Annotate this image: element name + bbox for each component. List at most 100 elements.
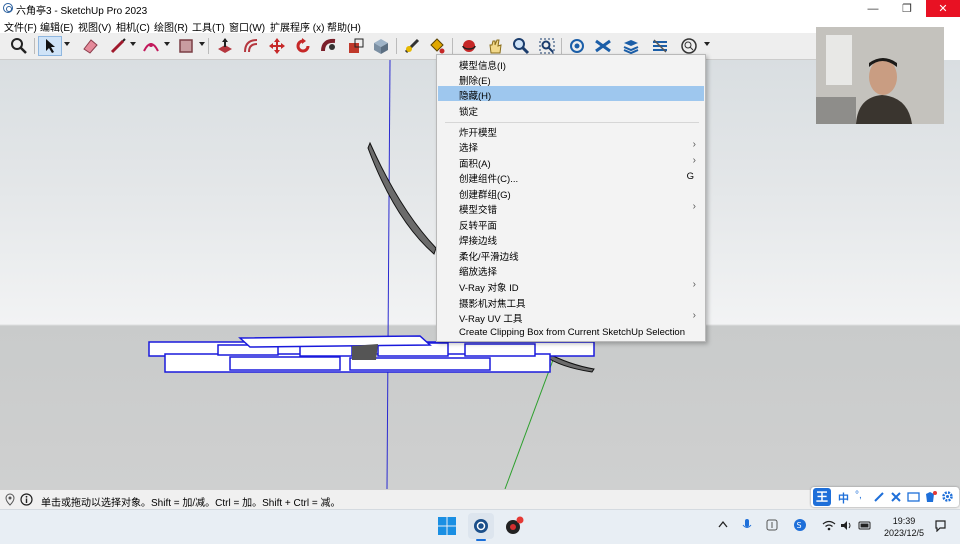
tray-app-icon[interactable] xyxy=(766,519,778,534)
rotate-icon[interactable] xyxy=(293,36,313,56)
close-button[interactable]: ✕ xyxy=(926,0,960,17)
menu-hide[interactable]: 隐藏(H) xyxy=(438,86,704,102)
submenu-arrow-icon: › xyxy=(692,310,696,321)
volume-icon[interactable] xyxy=(840,520,853,534)
menu-draw[interactable]: 绘图(R) xyxy=(154,19,188,34)
menu-reverse-faces[interactable]: 反转平面 xyxy=(438,216,704,232)
menu-weld-edges[interactable]: 焊接边线 xyxy=(438,231,704,247)
paint-bucket-icon[interactable] xyxy=(427,36,447,56)
shape-dropdown-arrow[interactable] xyxy=(199,42,205,46)
menu-edit[interactable]: 编辑(E) xyxy=(40,19,73,34)
menu-select[interactable]: 选择 › xyxy=(438,138,704,154)
system-clock[interactable]: 19:39 2023/12/5 xyxy=(880,515,928,539)
windows-start-icon[interactable] xyxy=(434,513,460,539)
menu-camera[interactable]: 相机(C) xyxy=(116,19,150,34)
submenu-arrow-icon: › xyxy=(692,201,696,212)
wifi-icon[interactable] xyxy=(822,520,836,534)
roof-rafter xyxy=(367,141,437,255)
taskbar-sketchup-icon[interactable] xyxy=(468,513,494,541)
menu-zoom-selection[interactable]: 缩放选择 xyxy=(438,262,704,278)
section-plane-icon[interactable] xyxy=(567,36,587,56)
svg-text:S: S xyxy=(797,521,802,530)
zoom-extents-icon[interactable] xyxy=(9,36,29,56)
ime-settings-icon[interactable] xyxy=(941,490,954,503)
menu-explode-model[interactable]: 炸开模型 xyxy=(438,123,704,139)
arc-dropdown-arrow[interactable] xyxy=(164,42,170,46)
scale-icon[interactable] xyxy=(346,36,366,56)
select-dropdown-arrow[interactable] xyxy=(64,42,70,46)
submenu-arrow-icon: › xyxy=(692,279,696,290)
ime-pen-icon[interactable] xyxy=(873,491,885,503)
clock-time: 19:39 xyxy=(892,516,916,526)
select-arrow-icon[interactable] xyxy=(38,36,62,56)
menu-make-component[interactable]: 创建组件(C)... G xyxy=(438,169,704,185)
move-icon[interactable] xyxy=(267,36,287,56)
blue-axis xyxy=(386,60,391,489)
menu-window[interactable]: 窗口(W) xyxy=(229,19,265,34)
tray-sogou-icon[interactable]: S xyxy=(793,518,807,535)
webcam-overlay xyxy=(816,27,944,124)
tray-overflow-chevron-icon[interactable] xyxy=(718,520,728,531)
status-hint-text: 单击或拖动以选择对象。Shift = 加/减。Ctrl = 加。Shift + … xyxy=(41,498,341,509)
line-dropdown-arrow[interactable] xyxy=(130,42,136,46)
search-icon[interactable] xyxy=(679,36,699,56)
shadows-icon[interactable] xyxy=(650,36,670,56)
menu-intersect-faces[interactable]: 模型交错 › xyxy=(438,200,704,216)
notification-center-icon[interactable] xyxy=(934,519,947,535)
presenter-video xyxy=(816,27,944,124)
menu-bar: 文件(F) 编辑(E) 视图(V) 相机(C) 绘图(R) 工具(T) 窗口(W… xyxy=(0,17,816,34)
menu-make-group[interactable]: 创建群组(G) xyxy=(438,185,704,201)
ime-punct-toggle[interactable]: °, xyxy=(855,490,862,501)
zoom-icon[interactable] xyxy=(511,36,531,56)
eraser-icon[interactable] xyxy=(80,36,100,56)
windows-taskbar: S 19:39 2023/12/5 xyxy=(0,509,960,544)
pencil-line-icon[interactable] xyxy=(108,36,128,56)
menu-view[interactable]: 视图(V) xyxy=(78,19,111,34)
menu-vray-object-id[interactable]: V-Ray 对象 ID › xyxy=(438,278,704,294)
window-title: 六角亭3 - SketchUp Pro 2023 xyxy=(16,6,148,17)
ime-logo-icon[interactable]: 王 xyxy=(813,488,831,506)
microphone-icon[interactable] xyxy=(742,518,752,535)
battery-icon[interactable] xyxy=(858,520,872,534)
search-dropdown-arrow[interactable] xyxy=(704,42,710,46)
menu-soften-edges[interactable]: 柔化/平滑边线 xyxy=(438,247,704,263)
menu-vray-uv-tools[interactable]: V-Ray UV 工具 › xyxy=(438,309,704,325)
minimize-button[interactable]: — xyxy=(856,0,890,17)
orbit-icon[interactable] xyxy=(459,36,479,56)
rectangle-icon[interactable] xyxy=(176,36,196,56)
menu-tools[interactable]: 工具(T) xyxy=(192,19,225,34)
shadow-face xyxy=(352,344,378,360)
ime-tools-icon[interactable] xyxy=(890,491,902,503)
maximize-button[interactable]: ❐ xyxy=(890,0,924,17)
tape-measure-icon[interactable] xyxy=(402,36,422,56)
menu-create-clipping-box[interactable]: Create Clipping Box from Current SketchU… xyxy=(438,325,704,340)
push-pull-icon[interactable] xyxy=(215,36,235,56)
menu-lock[interactable]: 锁定 xyxy=(438,102,704,118)
submenu-arrow-icon: › xyxy=(692,155,696,166)
menu-delete[interactable]: 删除(E) xyxy=(438,71,704,87)
menu-file[interactable]: 文件(F) xyxy=(4,19,37,34)
taskbar-recorder-icon[interactable] xyxy=(501,513,527,539)
menu-model-info[interactable]: 模型信息(I) xyxy=(438,56,704,72)
location-pin-icon[interactable] xyxy=(4,493,16,506)
menu-camera-focus-tool[interactable]: 摄影机对焦工具 xyxy=(438,294,704,310)
zoom-window-icon[interactable] xyxy=(537,36,557,56)
context-menu: 模型信息(I) 删除(E) 隐藏(H) 锁定 炸开模型 选择 › 面积(A) ›… xyxy=(436,54,706,342)
menu-extensions[interactable]: 扩展程序 (x) xyxy=(270,19,324,34)
styles-icon[interactable] xyxy=(593,36,613,56)
offset-icon[interactable] xyxy=(241,36,261,56)
layers-icon[interactable] xyxy=(621,36,641,56)
ime-keyboard-icon[interactable] xyxy=(907,491,920,503)
menu-area[interactable]: 面积(A) › xyxy=(438,154,704,170)
ime-skin-icon[interactable] xyxy=(924,490,937,503)
sketchup-app-icon xyxy=(3,3,13,13)
pan-hand-icon[interactable] xyxy=(485,36,505,56)
info-icon[interactable] xyxy=(20,493,33,506)
submenu-arrow-icon: › xyxy=(692,139,696,150)
menu-help[interactable]: 帮助(H) xyxy=(327,19,361,34)
component-icon[interactable] xyxy=(371,36,391,56)
shortcut-label: G xyxy=(686,171,694,182)
ime-mode-toggle[interactable]: 中 xyxy=(838,490,849,506)
follow-me-icon[interactable] xyxy=(319,36,339,56)
arc-icon[interactable] xyxy=(141,36,161,56)
